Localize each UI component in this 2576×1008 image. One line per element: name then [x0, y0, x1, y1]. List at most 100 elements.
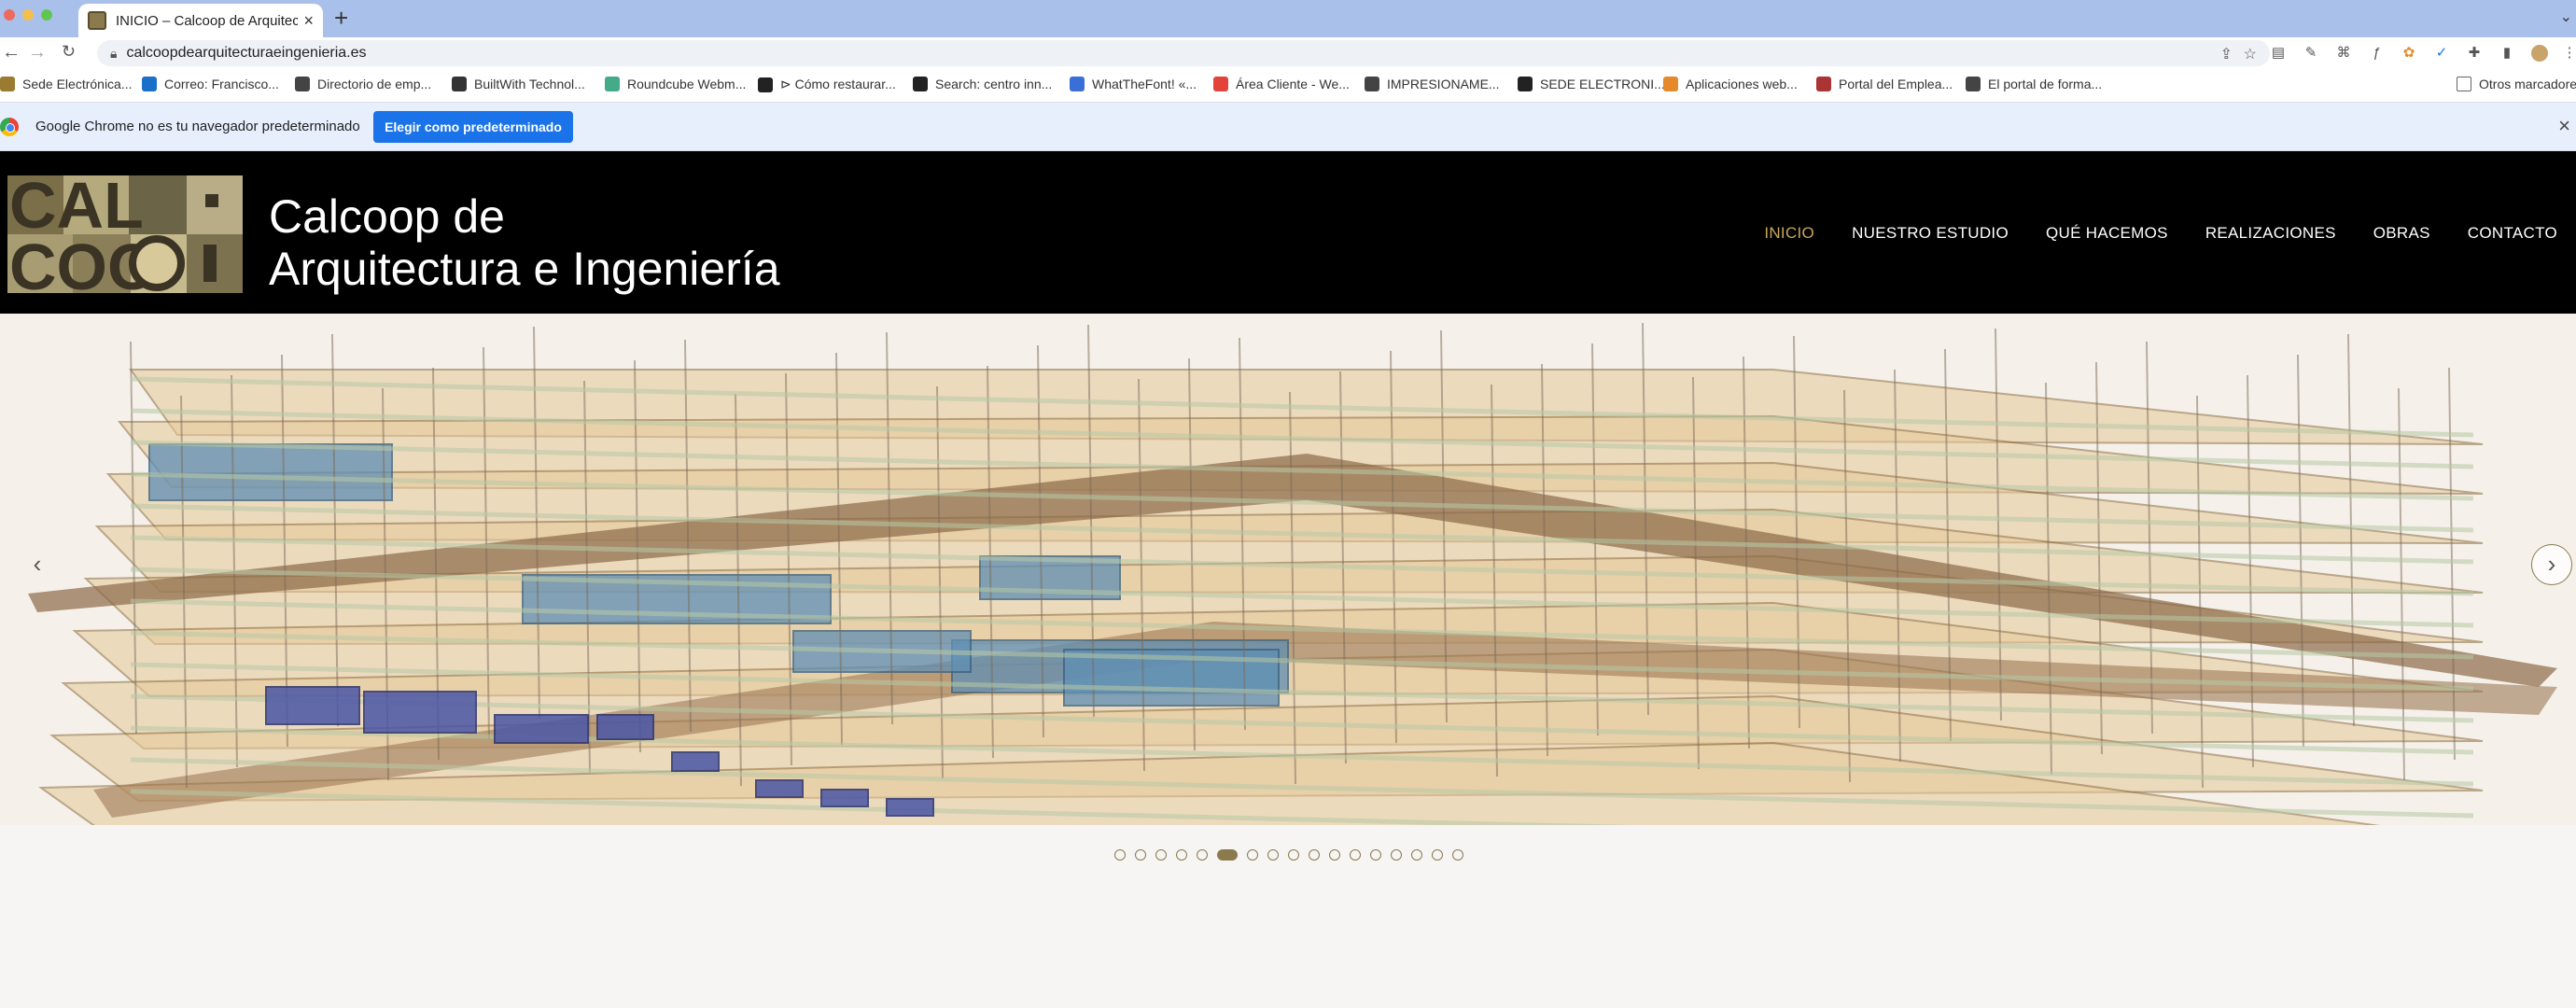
site-title-line-2: Arquitectura e Ingeniería: [269, 243, 780, 295]
tab-search-chevron-icon[interactable]: ⌄: [2560, 7, 2572, 26]
nav-item-nuestro-estudio[interactable]: NUESTRO ESTUDIO: [1852, 224, 2009, 243]
chrome-logo-icon: [0, 118, 19, 136]
site-title-line-1: Calcoop de: [269, 190, 505, 243]
bookmark-item[interactable]: Portal del Emplea...: [1816, 77, 1953, 91]
w-icon: [1213, 77, 1228, 91]
bookmark-label: WhatTheFont! «...: [1092, 77, 1197, 91]
slider-dot[interactable]: [1247, 849, 1258, 861]
profile-avatar-icon[interactable]: [2531, 45, 2548, 62]
eyedropper-extension-icon[interactable]: ✎: [2303, 45, 2319, 62]
code-extension-icon[interactable]: ⌘: [2335, 45, 2352, 62]
slider-dot[interactable]: [1452, 849, 1463, 861]
outlook-icon: [142, 77, 157, 91]
default-browser-infobar: Google Chrome no es tu navegador predete…: [0, 103, 2576, 151]
slider-dot[interactable]: [1114, 849, 1126, 861]
tab-title: INICIO – Calcoop de Arquitectura e Ingen…: [116, 12, 299, 29]
minimize-window-button[interactable]: [22, 9, 34, 21]
wtf-icon: [1070, 77, 1085, 91]
building-structure-image: [0, 314, 2576, 825]
slider-prev-button[interactable]: ‹: [17, 544, 58, 585]
bookmark-item[interactable]: Sede Electrónica...: [0, 77, 133, 91]
slider-dot[interactable]: [1432, 849, 1443, 861]
slider-dot[interactable]: [1197, 849, 1208, 861]
nav-item-realizaciones[interactable]: REALIZACIONES: [2205, 224, 2336, 243]
reading-list-icon[interactable]: ▤: [2270, 45, 2287, 62]
bookmark-item[interactable]: Correo: Francisco...: [142, 77, 279, 91]
bookmark-label: Correo: Francisco...: [164, 77, 279, 91]
sede-icon: [0, 77, 15, 91]
bookmark-item[interactable]: ⊳ Cómo restaurar...: [758, 77, 896, 92]
other-bookmarks-label: Otros marcadores: [2479, 77, 2576, 91]
other-bookmarks-folder[interactable]: Otros marcadores: [2457, 77, 2576, 91]
bookmark-item[interactable]: SEDE ELECTRONI...: [1518, 77, 1665, 91]
new-tab-button[interactable]: +: [334, 4, 348, 32]
font-extension-icon[interactable]: ƒ: [2368, 45, 2385, 62]
portal-icon: [1816, 77, 1831, 91]
slider-dot[interactable]: [1176, 849, 1187, 861]
browser-tab-active[interactable]: INICIO – Calcoop de Arquitectura e Ingen…: [78, 4, 323, 37]
hero-slider: ‹ ›: [0, 314, 2576, 825]
sede-icon: [1518, 77, 1533, 91]
globe-icon: [1966, 77, 1981, 91]
check-extension-icon[interactable]: ✓: [2433, 45, 2450, 62]
site-favicon-icon: [88, 11, 106, 30]
nav-item-inicio[interactable]: INICIO: [1764, 224, 1814, 243]
bookmark-item[interactable]: Área Cliente - We...: [1213, 77, 1350, 91]
url-text: calcoopdearquitecturaeingenieria.es: [126, 45, 367, 61]
slider-dot[interactable]: [1217, 849, 1238, 861]
bookmark-label: IMPRESIONAME...: [1387, 77, 1500, 91]
slider-dot[interactable]: [1309, 849, 1320, 861]
set-default-button[interactable]: Elegir como predeterminado: [373, 111, 573, 143]
slider-next-button[interactable]: ›: [2531, 544, 2572, 585]
bookmark-label: Aplicaciones web...: [1686, 77, 1798, 91]
slider-dot[interactable]: [1411, 849, 1422, 861]
slider-dot[interactable]: [1288, 849, 1299, 861]
forward-arrow-icon[interactable]: →: [28, 42, 47, 63]
bookmark-item[interactable]: Search: centro inn...: [913, 77, 1052, 91]
slider-dot[interactable]: [1350, 849, 1361, 861]
globe-icon: [1365, 77, 1379, 91]
nav-item-contacto[interactable]: CONTACTO: [2468, 224, 2557, 243]
bookmark-label: Portal del Emplea...: [1839, 77, 1953, 91]
slider-dot[interactable]: [1391, 849, 1402, 861]
bookmark-item[interactable]: Directorio de emp...: [295, 77, 431, 91]
bookmark-item[interactable]: Roundcube Webm...: [605, 77, 746, 91]
share-icon[interactable]: ⇪: [2220, 45, 2233, 63]
folder-icon: [2457, 77, 2471, 91]
logo-mark-icon: CAL COO: [7, 175, 243, 293]
maximize-window-button[interactable]: [41, 9, 52, 21]
side-panel-icon[interactable]: ▮: [2499, 45, 2515, 62]
bookmark-star-icon[interactable]: ☆: [2244, 45, 2257, 63]
site-title[interactable]: Calcoop de Arquitectura e Ingeniería: [269, 190, 780, 295]
bookmark-label: El portal de forma...: [1988, 77, 2103, 91]
bookmark-item[interactable]: WhatTheFont! «...: [1070, 77, 1197, 91]
bookmark-item[interactable]: Aplicaciones web...: [1663, 77, 1798, 91]
address-bar[interactable]: 🔒︎ calcoopdearquitecturaeingenieria.es ⇪…: [97, 40, 2270, 66]
site-logo[interactable]: CAL COO: [7, 175, 243, 293]
site-icon: [758, 77, 773, 92]
globe-icon: [295, 77, 310, 91]
nav-item-qué-hacemos[interactable]: QUÉ HACEMOS: [2046, 224, 2168, 243]
color-extension-icon[interactable]: ✿: [2401, 45, 2417, 62]
menu-kebab-icon[interactable]: ⋮: [2561, 45, 2576, 62]
back-arrow-icon[interactable]: ←: [2, 42, 21, 63]
builtwith-icon: [452, 77, 467, 91]
extensions-puzzle-icon[interactable]: ✚: [2466, 45, 2483, 62]
bookmark-item[interactable]: IMPRESIONAME...: [1365, 77, 1500, 91]
slider-dot[interactable]: [1267, 849, 1279, 861]
close-window-button[interactable]: [4, 9, 15, 21]
roundcube-icon: [605, 77, 620, 91]
tab-strip: INICIO – Calcoop de Arquitectura e Ingen…: [0, 0, 2576, 37]
s-icon: [913, 77, 928, 91]
bookmark-item[interactable]: BuiltWith Technol...: [452, 77, 585, 91]
reload-icon[interactable]: ↻: [62, 42, 76, 62]
slider-dot[interactable]: [1135, 849, 1146, 861]
tab-close-icon[interactable]: ×: [303, 11, 314, 31]
nav-item-obras[interactable]: OBRAS: [2373, 224, 2430, 243]
slider-dot[interactable]: [1329, 849, 1340, 861]
slider-dot[interactable]: [1155, 849, 1167, 861]
bookmark-item[interactable]: El portal de forma...: [1966, 77, 2102, 91]
slider-pagination: [1114, 849, 1473, 861]
infobar-close-icon[interactable]: ×: [2558, 114, 2570, 138]
slider-dot[interactable]: [1370, 849, 1381, 861]
